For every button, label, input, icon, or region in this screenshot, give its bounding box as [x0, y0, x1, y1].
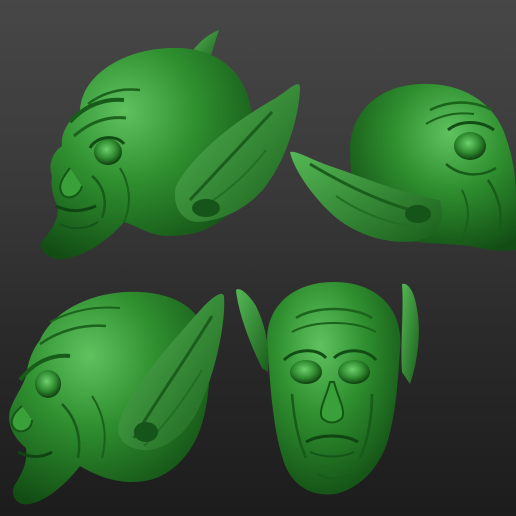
goblin-head-left-profile — [40, 30, 300, 260]
goblin-head-three-quarter — [9, 291, 225, 505]
sculpt-render — [9, 30, 516, 505]
goblin-head-front — [236, 282, 419, 495]
sculpt-viewport — [0, 0, 516, 516]
goblin-head-right-profile — [290, 83, 516, 251]
